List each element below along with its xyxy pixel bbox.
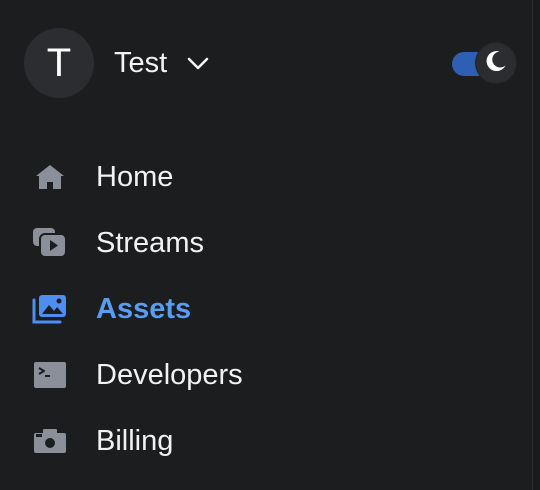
sidebar-item-label: Home: [96, 160, 174, 193]
assets-icon: [32, 291, 68, 327]
streams-icon: [32, 225, 68, 261]
avatar: T: [24, 28, 94, 98]
toggle-knob: [476, 43, 516, 83]
sidebar-item-label: Streams: [96, 226, 204, 259]
chevron-down-icon[interactable]: [185, 50, 211, 76]
sidebar-nav: Home Streams Assets Developers Billing: [32, 144, 512, 474]
billing-icon: [32, 423, 68, 459]
moon-icon: [483, 48, 509, 79]
terminal-icon: [32, 357, 68, 393]
sidebar-divider: [532, 0, 540, 490]
sidebar-item-label: Developers: [96, 358, 243, 391]
sidebar-item-home[interactable]: Home: [32, 144, 512, 210]
account-name: Test: [114, 46, 168, 79]
sidebar-item-label: Billing: [96, 424, 174, 457]
theme-toggle[interactable]: [450, 43, 518, 83]
sidebar-item-streams[interactable]: Streams: [32, 210, 512, 276]
home-icon: [32, 159, 68, 195]
sidebar-item-assets[interactable]: Assets: [32, 276, 512, 342]
sidebar-item-developers[interactable]: Developers: [32, 342, 512, 408]
sidebar-item-label: Assets: [96, 292, 192, 325]
sidebar-item-billing[interactable]: Billing: [32, 408, 512, 474]
account-switcher[interactable]: T Test: [24, 28, 211, 98]
sidebar: T Test Home Streams Assets Developers Bi…: [0, 0, 532, 490]
